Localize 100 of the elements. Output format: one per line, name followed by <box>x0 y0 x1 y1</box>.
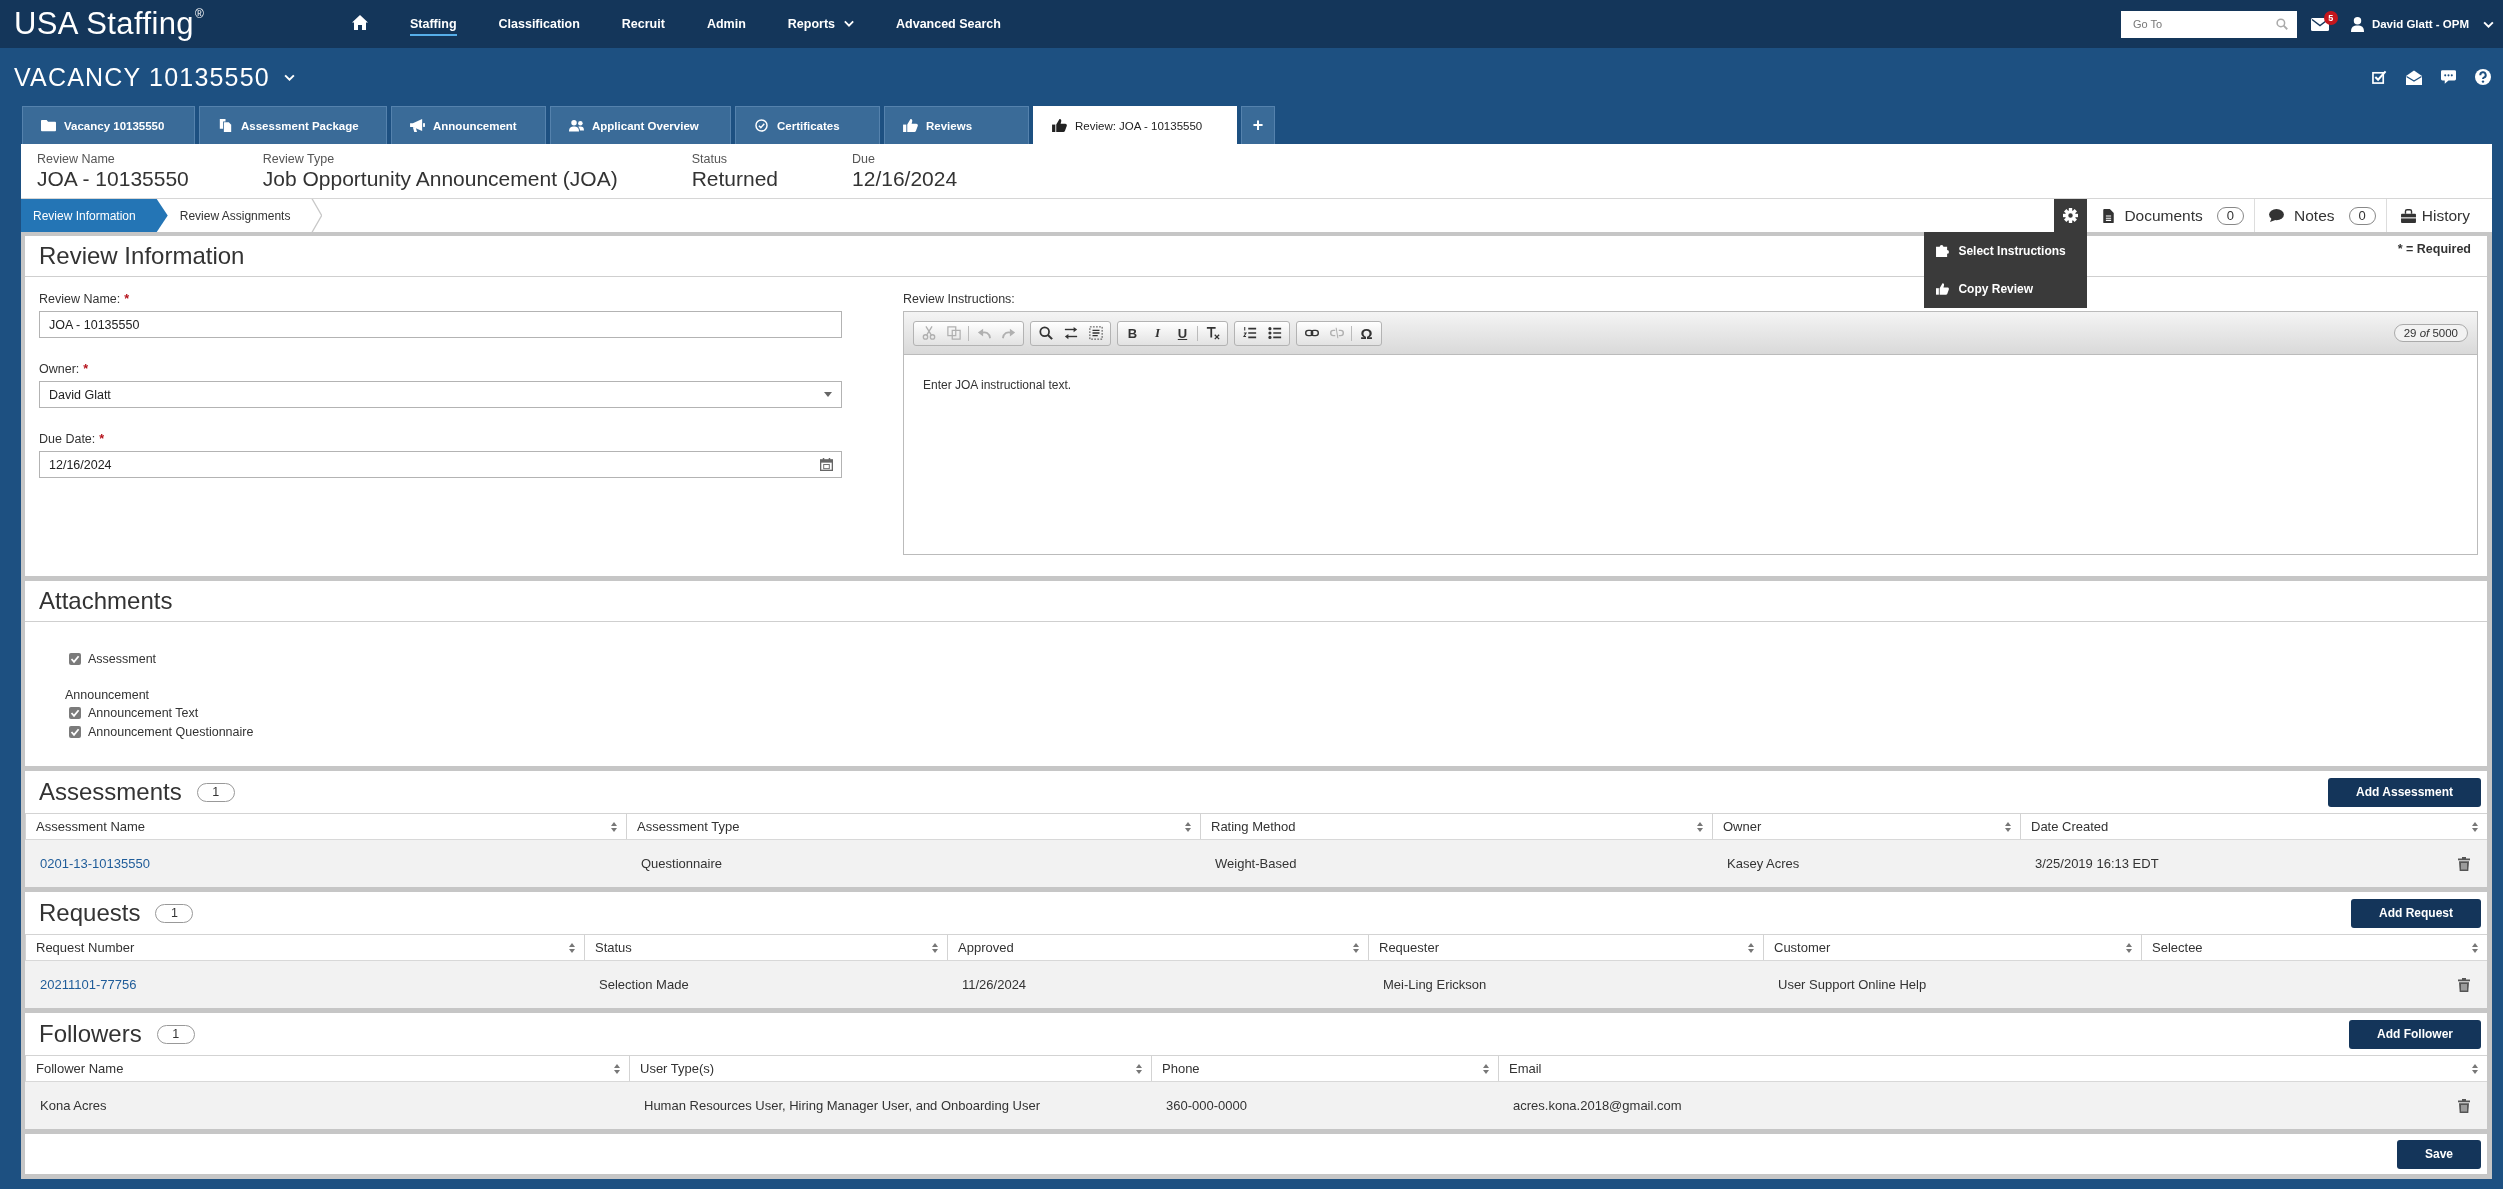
megaphone-icon <box>410 119 425 132</box>
checkbox[interactable] <box>69 706 81 719</box>
column-header[interactable]: Customer <box>1763 934 2141 960</box>
speech-bubble-icon <box>2269 209 2285 222</box>
italic-button[interactable]: I <box>1145 321 1170 345</box>
summary-label: Due <box>852 151 876 167</box>
column-header[interactable]: Follower Name <box>25 1055 629 1081</box>
gear-icon <box>2063 208 2079 223</box>
underline-button[interactable]: U <box>1170 321 1195 345</box>
tab[interactable]: Review: JOA - 10135550 <box>1033 106 1237 144</box>
sort-icon <box>614 1063 620 1074</box>
step-tab[interactable]: Review Information <box>21 199 168 232</box>
tab[interactable]: Announcement <box>391 106 546 144</box>
vacancy-title-button[interactable]: VACANCY 10135550 <box>14 62 295 92</box>
scissors-icon <box>921 326 936 340</box>
tab[interactable]: Vacancy 10135550 <box>22 106 195 144</box>
trash-icon[interactable] <box>2458 977 2470 992</box>
add-button[interactable]: Add Follower <box>2349 1019 2481 1049</box>
toolbar-link[interactable]: Documents 0 <box>2087 199 2255 232</box>
thumbs-up-icon <box>903 119 918 132</box>
numbered-list-icon <box>1242 326 1257 340</box>
special-char-button[interactable]: Ω <box>1354 321 1379 345</box>
section-title: Followers <box>39 1020 142 1048</box>
nav-link[interactable]: Recruit <box>621 12 665 36</box>
help-icon[interactable] <box>2475 69 2491 85</box>
trash-icon[interactable] <box>2458 1098 2470 1113</box>
sort-icon <box>1353 942 1359 953</box>
envelope-icon[interactable] <box>2310 17 2329 31</box>
undo-arrow-icon <box>976 326 991 340</box>
copy-icon <box>218 119 233 132</box>
search-field[interactable]: Go To <box>2120 10 2297 38</box>
check-square-icon[interactable] <box>2372 70 2387 84</box>
field-label: Due Date: <box>39 431 96 448</box>
date-input[interactable]: 12/16/2024 <box>39 451 842 478</box>
nav-link[interactable]: Advanced Search <box>896 12 1001 36</box>
summary-label: Review Name <box>37 151 116 167</box>
table-cell: Questionnaire <box>641 856 722 871</box>
column-header[interactable]: Assessment Type <box>626 813 1200 839</box>
chat-icon[interactable] <box>2441 70 2456 84</box>
menu-item[interactable]: Copy Review <box>1924 270 2088 308</box>
column-header[interactable]: Phone <box>1151 1055 1498 1081</box>
table-link[interactable]: 0201-13-10135550 <box>40 856 150 871</box>
summary-label: Status <box>691 151 729 167</box>
field-label: Owner: <box>39 361 80 378</box>
nav-link[interactable]: Admin <box>706 12 746 36</box>
tab[interactable]: Assessment Package <box>199 106 387 144</box>
field-label: Review Name: <box>39 291 121 308</box>
settings-button[interactable] <box>2054 199 2088 232</box>
add-button[interactable]: Add Request <box>2351 898 2481 928</box>
sort-icon <box>1697 821 1703 832</box>
sort-icon <box>569 942 575 953</box>
column-header[interactable]: Selectee <box>2141 934 2487 960</box>
column-header[interactable]: Requester <box>1368 934 1763 960</box>
checkbox[interactable] <box>69 725 81 738</box>
trash-icon[interactable] <box>2458 856 2470 871</box>
table-link[interactable]: 20211101-77756 <box>40 977 137 992</box>
column-header[interactable]: Status <box>584 934 947 960</box>
table-cell: 3/25/2019 16:13 EDT <box>2035 856 2159 871</box>
table-cell: Mei-Ling Erickson <box>1383 977 1487 992</box>
step-tab[interactable]: Review Assignments <box>167 199 323 232</box>
dropdown-caret-icon <box>824 392 832 397</box>
column-header[interactable]: Approved <box>947 934 1368 960</box>
bulleted-list-icon <box>1267 326 1282 340</box>
sort-icon <box>1185 821 1191 832</box>
dropdown-select[interactable]: David Glatt <box>39 381 842 408</box>
add-button[interactable]: Add Assessment <box>2328 777 2481 807</box>
column-header[interactable]: Assessment Name <box>25 813 626 839</box>
add-tab-button[interactable]: + <box>1241 106 1275 144</box>
caret-icon <box>844 20 854 27</box>
nav-link[interactable]: Classification <box>498 12 580 36</box>
copy-icon <box>946 326 961 340</box>
column-header[interactable]: Request Number <box>25 934 584 960</box>
folder-icon <box>41 119 56 132</box>
editor-text: Enter JOA instructional text. <box>923 378 1072 392</box>
column-header[interactable]: Date Created <box>2020 813 2487 839</box>
save-button[interactable]: Save <box>2396 1139 2481 1169</box>
broken-link-icon <box>1329 326 1344 340</box>
tab[interactable]: Certificates <box>735 106 880 144</box>
column-header[interactable]: Email <box>1498 1055 2487 1081</box>
calendar-icon[interactable] <box>820 458 833 471</box>
table-cell: Kasey Acres <box>1727 856 1800 871</box>
nav-menu[interactable]: Reports <box>787 12 854 36</box>
checkbox-label: Announcement Text <box>88 705 199 720</box>
menu-item[interactable]: Select Instructions <box>1924 232 2088 270</box>
checkbox[interactable] <box>69 652 81 665</box>
nav-link[interactable]: Staffing <box>410 12 457 36</box>
column-header[interactable]: Rating Method <box>1200 813 1712 839</box>
tab[interactable]: Reviews <box>884 106 1029 144</box>
summary-label: Review Type <box>262 151 336 167</box>
column-header[interactable]: Owner <box>1712 813 2020 839</box>
checkbox-label: Announcement Questionnaire <box>88 724 254 739</box>
text-input[interactable]: JOA - 10135550 <box>39 311 842 338</box>
envelope-open-icon[interactable] <box>2406 69 2422 85</box>
bold-button[interactable]: B <box>1120 321 1145 345</box>
rich-text-editor[interactable]: B I U Ω 29 of 5000 Enter JOA instructional text. <box>903 311 2478 555</box>
tab[interactable]: Applicant Overview <box>550 106 731 144</box>
column-header[interactable]: User Type(s) <box>629 1055 1151 1081</box>
required-mark: * <box>124 291 130 308</box>
check-circle-icon <box>754 119 769 132</box>
user-menu-button[interactable]: David Glatt - OPM <box>2350 16 2494 32</box>
